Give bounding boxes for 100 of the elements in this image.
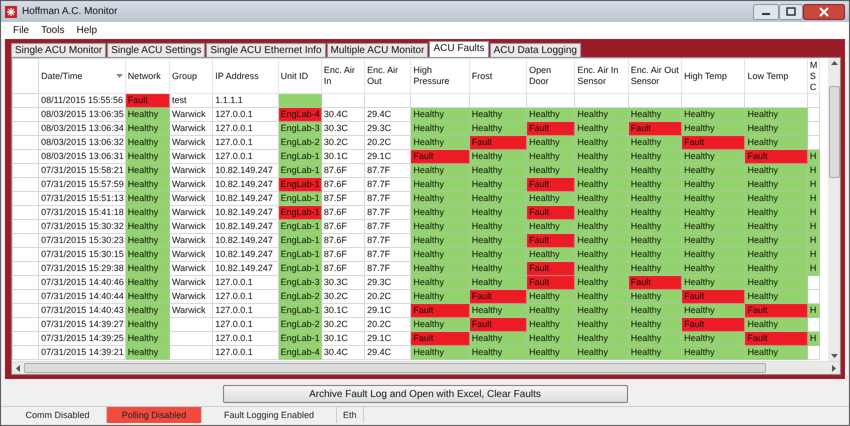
scroll-up-icon[interactable] — [830, 60, 838, 66]
status-cell: Fault — [410, 332, 470, 346]
status-cell: Healthy — [469, 234, 527, 248]
status-cell: Healthy — [682, 108, 745, 122]
column-header[interactable]: Enc. Air Out Sensor — [628, 58, 682, 94]
status-cell: Healthy — [410, 122, 470, 136]
scroll-right-icon[interactable] — [831, 364, 837, 372]
column-header[interactable]: High Pressure — [410, 58, 470, 94]
status-cell: Fault — [125, 94, 170, 108]
scroll-down-icon[interactable] — [830, 353, 838, 359]
table-cell: Warwick — [169, 220, 213, 234]
table-cell: 87.6F — [321, 178, 365, 192]
status-cell: Healthy — [410, 164, 470, 178]
status-cell: Healthy — [574, 108, 628, 122]
status-cell: EngLab-3 — [278, 276, 322, 290]
status-cell: Fault — [682, 318, 745, 332]
tab[interactable]: Single ACU Ethernet Info — [206, 43, 326, 57]
status-cell: EngLab-2 — [278, 136, 322, 150]
status-cell: Healthy — [574, 122, 628, 136]
table-cell: Warwick — [169, 122, 213, 136]
status-cell: Healthy — [744, 178, 808, 192]
column-header[interactable]: Frost — [469, 58, 527, 94]
table-cell: Warwick — [169, 164, 213, 178]
table-cell: Warwick — [169, 108, 213, 122]
status-cell: Healthy — [574, 304, 628, 318]
status-cell: Healthy — [628, 108, 682, 122]
table-cell: 30.4C — [321, 108, 365, 122]
status-cell: Healthy — [526, 248, 575, 262]
status-cell: EngLab-4 — [278, 108, 322, 122]
status-cell: Fault — [682, 290, 745, 304]
status-cell: Healthy — [682, 304, 745, 318]
status-cell: Healthy — [682, 276, 745, 290]
minimize-button[interactable] — [753, 4, 779, 20]
table-cell: Warwick — [169, 248, 213, 262]
status-cell: Fault — [744, 304, 808, 318]
status-cell: Healthy — [125, 248, 170, 262]
column-header[interactable]: IP Address — [212, 58, 278, 94]
tab[interactable]: Single ACU Settings — [107, 43, 206, 57]
column-header[interactable]: Group — [169, 58, 213, 94]
status-cell: Healthy — [469, 332, 527, 346]
vertical-scrollbar[interactable] — [828, 58, 840, 361]
tab[interactable]: Single ACU Monitor — [11, 43, 106, 57]
table-cell: 07/31/2015 14:39:25 — [38, 332, 126, 346]
tab[interactable]: Multiple ACU Monitor — [326, 43, 428, 57]
maximize-button[interactable] — [779, 4, 803, 20]
status-cell: EngLab-1 — [278, 262, 322, 276]
status-cell: Healthy — [744, 318, 808, 332]
status-cell: Fault — [628, 276, 682, 290]
column-header[interactable]: Date/Time — [38, 58, 126, 94]
status-cell: Healthy — [125, 220, 170, 234]
table-cell: 07/31/2015 14:40:46 — [38, 276, 126, 290]
table-cell: 07/31/2015 15:30:23 — [38, 234, 126, 248]
status-cell: Healthy — [574, 192, 628, 206]
status-cell: Healthy — [125, 346, 170, 360]
table-cell: 08/03/2015 13:06:34 — [38, 122, 126, 136]
table-cell: 07/31/2015 15:30:15 — [38, 248, 126, 262]
status-cell: Healthy — [628, 178, 682, 192]
status-cell: Fault — [526, 234, 575, 248]
status-cell: Healthy — [628, 304, 682, 318]
status-cell: EngLab-1 — [278, 192, 322, 206]
status-cell: Healthy — [628, 248, 682, 262]
close-button[interactable] — [803, 4, 845, 20]
status-cell: Healthy — [125, 206, 170, 220]
app-icon — [5, 6, 17, 18]
status-cell: Healthy — [628, 164, 682, 178]
status-cell: Healthy — [628, 234, 682, 248]
status-cell: EngLab-3 — [278, 122, 322, 136]
scroll-thumb[interactable] — [828, 86, 840, 178]
table-cell: 30.4C — [321, 346, 365, 360]
horizontal-scrollbar[interactable] — [12, 361, 840, 374]
column-header[interactable]: Low Temp — [744, 58, 808, 94]
status-cell: Healthy — [628, 318, 682, 332]
status-cell: Healthy — [469, 262, 527, 276]
column-header[interactable]: Enc. Air In — [321, 58, 365, 94]
status-cell: Healthy — [744, 234, 808, 248]
column-header[interactable]: M S C — [807, 58, 820, 94]
table-cell: 87.6F — [321, 262, 365, 276]
menu-item[interactable]: Help — [72, 24, 102, 37]
table-cell: 10.82.149.247 — [212, 234, 278, 248]
tab[interactable]: ACU Faults — [429, 41, 489, 57]
column-header[interactable]: Enc. Air In Sensor — [574, 58, 628, 94]
status-cell: Healthy — [469, 108, 527, 122]
archive-button[interactable]: Archive Fault Log and Open with Excel, Clear Faults — [222, 385, 628, 403]
status-cell: Healthy — [574, 248, 628, 262]
scroll-left-icon[interactable] — [15, 364, 21, 372]
column-header[interactable]: High Temp — [682, 58, 745, 94]
table-cell: 10.82.149.247 — [212, 262, 278, 276]
status-cell: EngLab-4 — [278, 346, 322, 360]
table-cell: 127.0.0.1 — [212, 150, 278, 164]
menu-item[interactable]: Tools — [37, 24, 68, 37]
status-item: Polling Disabled — [107, 407, 202, 423]
status-cell: Healthy — [682, 150, 745, 164]
column-header[interactable]: Open Door — [526, 58, 575, 94]
menu-item[interactable]: File — [9, 24, 34, 37]
column-header[interactable]: Enc. Air Out — [364, 58, 411, 94]
scroll-thumb[interactable] — [24, 363, 766, 373]
status-cell: Healthy — [682, 178, 745, 192]
status-cell: EngLab-2 — [278, 318, 322, 332]
tab[interactable]: ACU Data Logging — [490, 43, 581, 57]
status-cell: EngLab-1 — [278, 206, 322, 220]
